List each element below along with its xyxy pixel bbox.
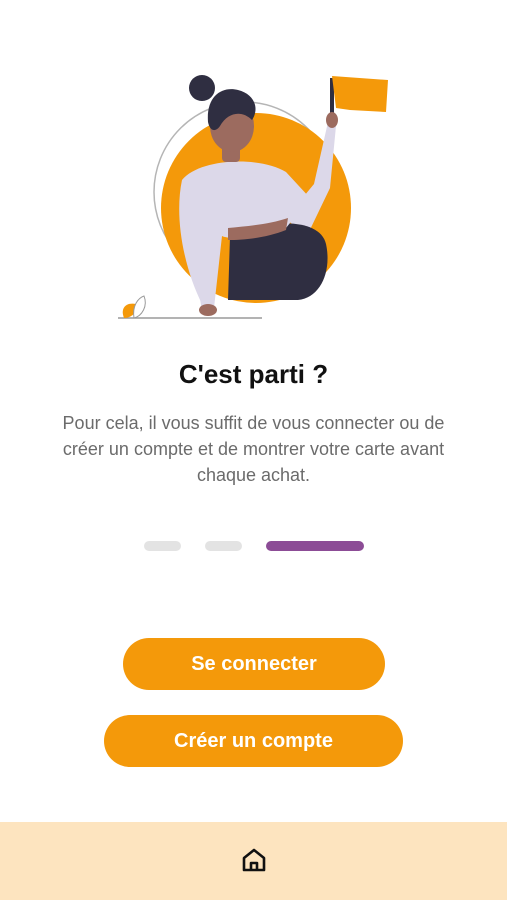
onboarding-description: Pour cela, il vous suffit de vous connec… [62,413,445,485]
onboarding-screen: C'est parti ? Pour cela, il vous suffit … [0,0,507,900]
login-button[interactable]: Se connecter [123,638,385,690]
page-indicator [144,541,374,551]
page-indicator-dot-1 [144,541,181,551]
bottom-nav-bar [0,822,507,900]
woman-with-flag-illustration [118,75,388,319]
page-indicator-dot-3-active [266,541,364,551]
page-indicator-dot-2 [205,541,242,551]
create-account-button[interactable]: Créer un compte [104,715,403,767]
page-title: C'est parti ? [178,359,329,389]
home-icon[interactable] [240,846,268,874]
